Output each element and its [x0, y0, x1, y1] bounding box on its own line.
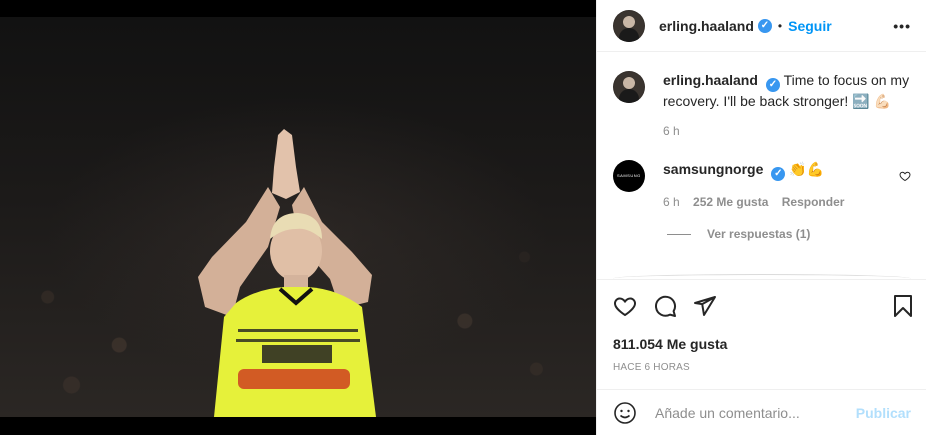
emoji-icon[interactable]: [613, 401, 637, 425]
action-bar: [613, 280, 912, 332]
player-illustration: [198, 129, 376, 417]
publish-button[interactable]: Publicar: [856, 405, 911, 421]
header-separator: •: [777, 18, 783, 33]
post-photo[interactable]: [0, 17, 596, 417]
verified-icon: ✓: [765, 78, 780, 92]
comments-list[interactable]: erling.haaland ✓ Time to focus on my reco…: [597, 53, 926, 279]
verified-icon: ✓: [757, 18, 772, 33]
comment: SAMSUNG samsungnorge ✓ 👏💪 6 h 252 Me gust…: [613, 160, 911, 211]
author-username[interactable]: erling.haaland: [659, 18, 754, 34]
comment-icon[interactable]: [653, 294, 677, 318]
commenter-avatar[interactable]: SAMSUNG: [613, 160, 645, 192]
post-timestamp[interactable]: Hace 6 horas: [613, 362, 911, 373]
likes-count[interactable]: 811.054 Me gusta: [613, 336, 911, 352]
samsung-logo: SAMSUNG: [617, 173, 641, 178]
bookmark-icon[interactable]: [891, 294, 915, 318]
share-icon[interactable]: [693, 294, 717, 318]
comment-username[interactable]: samsungnorge: [663, 161, 763, 177]
author-avatar[interactable]: [613, 9, 645, 42]
photo-panel: [0, 0, 596, 435]
replies-line: [667, 233, 691, 235]
verified-icon: ✓: [771, 167, 786, 181]
caption-username[interactable]: erling.haaland: [663, 72, 758, 88]
view-replies-button[interactable]: Ver respuestas (1): [667, 227, 911, 241]
comment-like-icon[interactable]: [899, 170, 911, 182]
post-sidebar: erling.haaland ✓ • Seguir ••• erling.haa…: [596, 0, 926, 435]
comment-composer: Publicar: [597, 389, 926, 435]
view-replies-label: Ver respuestas (1): [707, 227, 811, 241]
caption: erling.haaland ✓ Time to focus on my reco…: [613, 71, 911, 140]
post-header: erling.haaland ✓ • Seguir •••: [597, 0, 926, 52]
comment-input[interactable]: [653, 403, 856, 422]
comment-emoji: 👏💪: [789, 161, 825, 177]
follow-button[interactable]: Seguir: [788, 18, 832, 34]
heart-icon[interactable]: [613, 294, 637, 318]
reply-button[interactable]: Responder: [782, 195, 845, 209]
more-icon[interactable]: •••: [893, 18, 911, 34]
comment-likes[interactable]: 252 Me gusta: [693, 195, 768, 209]
caption-avatar[interactable]: [613, 71, 645, 103]
comment-time[interactable]: 6 h: [663, 195, 680, 209]
caption-time[interactable]: 6 h: [663, 124, 680, 138]
actions-section: 811.054 Me gusta Hace 6 horas: [597, 279, 926, 373]
caption-emoji: 🔜 💪🏻: [852, 93, 891, 109]
